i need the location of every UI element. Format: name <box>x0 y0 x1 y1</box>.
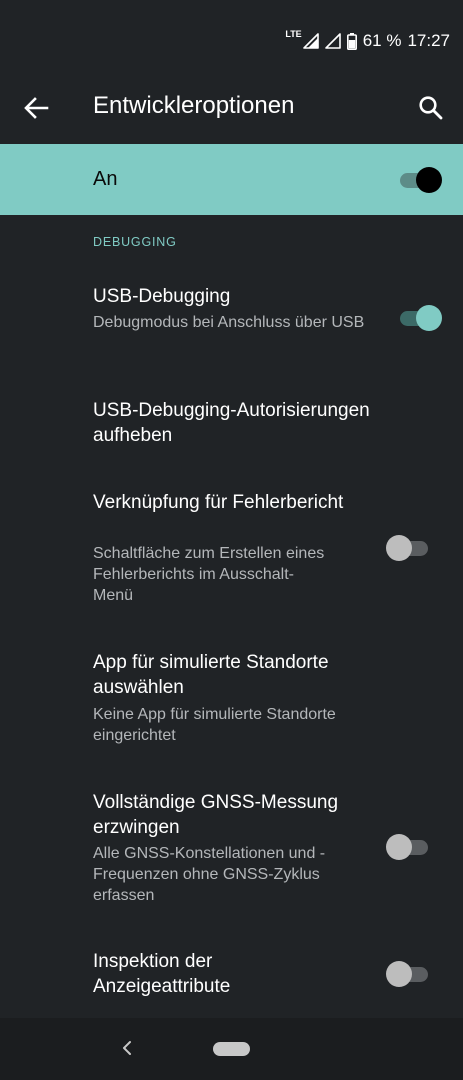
switch-thumb <box>386 834 412 860</box>
pref-revoke-usb-authorizations[interactable]: USB-Debugging-Autorisierungen aufheben <box>0 380 463 472</box>
master-switch-label: An <box>93 168 118 190</box>
pref-title: App für simulierte Standorte auswählen <box>93 652 329 698</box>
pref-title: Verknüpfung für Fehlerbericht <box>93 492 344 513</box>
app-bar: Entwickleroptionen <box>0 72 463 144</box>
switch-thumb <box>416 167 442 193</box>
pref-summary: Debugmodus bei Anschluss über USB <box>93 314 365 331</box>
bug-report-shortcut-switch[interactable] <box>386 535 430 561</box>
pref-bug-report-shortcut[interactable]: Verknüpfung für Fehlerbericht Schaltfläc… <box>0 472 463 622</box>
home-pill-icon[interactable] <box>213 1042 250 1056</box>
chevron-left-icon[interactable] <box>121 1040 133 1056</box>
pref-mock-location-app[interactable]: App für simulierte Standorte auswählen K… <box>0 632 463 768</box>
pref-usb-debugging[interactable]: USB-Debugging Debugmodus bei Anschluss ü… <box>0 266 463 370</box>
signal-icon <box>324 33 341 49</box>
battery-level: 61 % <box>362 31 402 50</box>
page-title: Entwickleroptionen <box>93 92 295 119</box>
navigation-bar <box>0 1018 463 1080</box>
usb-debugging-switch[interactable] <box>398 305 442 331</box>
pref-force-gnss-measurement[interactable]: Vollständige GNSS-Messung erzwingen Alle… <box>0 772 463 932</box>
arrow-back-icon[interactable] <box>23 96 49 120</box>
clock: 17:27 <box>407 31 450 50</box>
gnss-measurement-switch[interactable] <box>386 834 430 860</box>
pref-view-attribute-inspection[interactable]: Inspektion der Anzeigeattribute <box>0 932 463 1018</box>
switch-thumb <box>386 961 412 987</box>
status-icons: LTE 61 % 17:27 <box>285 29 450 52</box>
pref-title: Inspektion der Anzeigeattribute <box>93 951 231 997</box>
view-attribute-inspection-switch[interactable] <box>386 961 430 987</box>
switch-thumb <box>416 305 442 331</box>
pref-summary: Alle GNSS-Konstellationen und -Frequenze… <box>93 845 326 904</box>
signal-icon <box>302 33 319 49</box>
battery-icon <box>346 32 357 50</box>
settings-screen: LTE 61 % 17:27 Entwickleroptionen An DEB… <box>0 0 463 1080</box>
master-switch-toggle[interactable] <box>398 167 442 193</box>
switch-thumb <box>386 535 412 561</box>
pref-summary: Keine App für simulierte Standorte einge… <box>93 706 336 744</box>
network-type: LTE <box>285 29 302 39</box>
section-header-debugging: DEBUGGING <box>93 235 177 249</box>
master-switch-bar[interactable]: An <box>0 144 463 215</box>
pref-title: USB-Debugging <box>93 286 231 307</box>
pref-title: Vollständige GNSS-Messung erzwingen <box>93 792 339 838</box>
pref-summary: Schaltfläche zum Erstellen eines Fehlerb… <box>93 545 325 604</box>
search-icon[interactable] <box>418 95 444 121</box>
status-bar: LTE 61 % 17:27 <box>0 0 463 80</box>
pref-title: USB-Debugging-Autorisierungen aufheben <box>93 400 370 446</box>
